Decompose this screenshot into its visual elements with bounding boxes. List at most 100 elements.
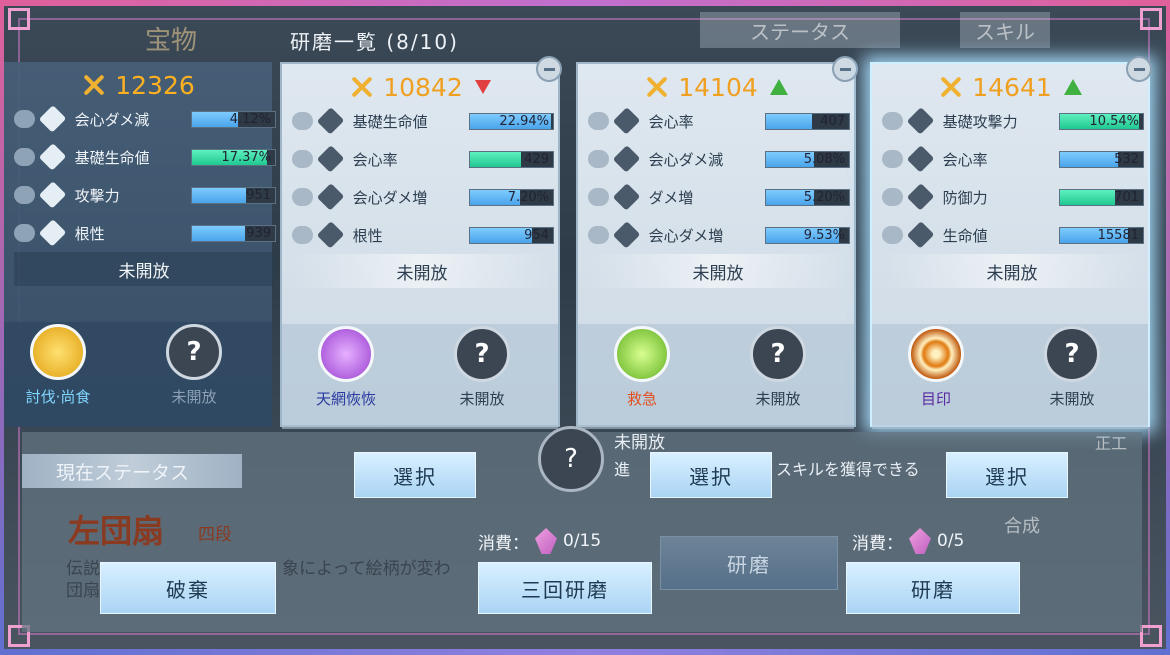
select-button[interactable]: 選択 [650,452,772,498]
skill-slot[interactable]: ? 未開放 [728,326,828,409]
stat-bar: 17.37% [190,148,276,166]
lock-toggle-icon[interactable] [588,112,610,130]
frame-corner [1140,8,1162,30]
lock-toggle-icon[interactable] [588,150,610,168]
stat-row: 基礎生命値 22.94% [292,106,554,136]
cost-single: 消費： 0/5 [852,528,964,554]
lock-toggle-icon[interactable] [14,186,36,204]
crab-skill-icon[interactable] [30,324,86,380]
tab-status[interactable]: ステータス [700,12,900,48]
lock-toggle-icon[interactable] [588,226,610,244]
lock-toggle-icon[interactable] [882,226,904,244]
stat-name: 会心ダメ増 [648,226,724,245]
skill-label: 目印 [920,390,951,408]
stat-name: 会心率 [648,112,694,131]
lock-toggle-icon[interactable] [292,112,314,130]
skill-slot[interactable]: 討伐·尚食 [8,324,108,407]
tab-skill[interactable]: スキル [960,12,1050,48]
target-icon[interactable] [908,326,964,382]
lock-toggle-icon[interactable] [292,226,314,244]
lock-toggle-icon[interactable] [292,188,314,206]
stat-row: 攻撃力 951 [14,180,276,210]
stat-name: 基礎攻撃力 [942,112,1018,131]
crit-icon [907,145,935,173]
polish-card-1[interactable]: 10842 基礎生命値 22.94% 会心率 429 会心ダメ増 7.20% 根… [280,56,562,429]
lock-toggle-icon[interactable] [882,150,904,168]
green-heal-icon[interactable] [614,326,670,382]
item-desc: 団扇 [66,581,100,601]
triple-polish-button[interactable]: 三回研磨 [478,562,652,614]
bg-treasure-label: 宝物 [145,26,198,56]
stat-bar-fill [191,225,246,241]
bg-unlock-desc2: スキルを獲得できる [776,460,920,479]
stat-icon [39,105,67,133]
bg-right-label: 正工 [1095,434,1128,453]
skill-area: 天網恢恢 ? 未開放 [282,324,558,429]
lock-toggle-icon[interactable] [882,112,904,130]
stat-row: 基礎生命値 17.37% [14,142,276,172]
stat-name: 基礎生命値 [352,112,428,131]
polish-card-2[interactable]: 14104 会心率 407 会心ダメ減 5.08% ダメ増 5.20% 会心ダメ… [576,56,858,429]
question-icon[interactable]: ? [750,326,806,382]
discard-button[interactable]: 破棄 [100,562,276,614]
stat-value: 15581 [1097,227,1139,243]
heart-icon [39,143,67,171]
lock-toggle-icon[interactable] [14,110,36,128]
bg-unlock-title: 未開放 [614,433,665,453]
locked-slot: 未開放 [882,254,1142,288]
power-row: 10842 [282,70,558,104]
stat-bar: 15581 [1058,226,1144,244]
skill-slot[interactable]: ? 未開放 [432,326,532,409]
crit-damage-icon [613,145,641,173]
polish-card-3[interactable]: 14641 基礎攻撃力 10.54% 会心率 532 防御力 701 生命値 1… [870,56,1152,429]
stat-name: 防御力 [942,188,988,207]
stat-value: 954 [524,227,549,243]
stat-bar: 22.94% [468,112,554,130]
stat-bar: 4.12% [190,110,276,128]
sword-icon [39,181,67,209]
question-icon[interactable]: ? [166,324,222,380]
stat-name: 攻撃力 [74,186,120,205]
stat-bar-fill [469,227,533,243]
lock-toggle-icon[interactable] [14,224,36,242]
lock-toggle-icon[interactable] [292,150,314,168]
item-rank: 四段 [198,525,232,545]
stat-bar-fill [1059,189,1115,205]
select-button[interactable]: 選択 [354,452,476,498]
current-status-tab[interactable]: 現在ステータス [22,454,242,488]
stat-row: 基礎攻撃力 10.54% [882,106,1144,136]
cost-triple: 消費： 0/15 [478,528,601,554]
stat-bar: 954 [468,226,554,244]
arrow-up-icon [769,79,788,95]
stat-row: 会心ダメ減 4.12% [14,104,276,134]
question-icon[interactable]: ? [1044,326,1100,382]
lock-toggle-icon[interactable] [14,148,36,166]
stat-bar: 10.54% [1058,112,1144,130]
polish-button[interactable]: 研磨 [846,562,1020,614]
stat-name: 会心ダメ減 [648,150,724,169]
stat-row: 会心率 532 [882,144,1144,174]
locked-slot: 未開放 [588,254,848,288]
stat-row: 会心ダメ増 7.20% [292,182,554,212]
stat-row: 防御力 701 [882,182,1144,212]
skill-slot[interactable]: 救急 [592,326,692,409]
skill-area: 討伐·尚食 ? 未開放 [4,322,272,427]
stat-value: 4.12% [229,111,271,127]
heart-icon [317,107,345,135]
stat-row: 根性 939 [14,218,276,248]
skill-slot[interactable]: 目印 [886,326,986,409]
stat-value: 429 [524,151,549,167]
frame-corner [1140,625,1162,647]
locked-slot: 未開放 [292,254,552,288]
power-value: 10842 [383,72,463,102]
select-button[interactable]: 選択 [946,452,1068,498]
power-row: 14104 [578,70,854,104]
purple-orb-icon[interactable] [318,326,374,382]
lock-toggle-icon[interactable] [588,188,610,206]
polish-card-current[interactable]: 12326 会心ダメ減 4.12% 基礎生命値 17.37% 攻撃力 951 根… [4,62,276,427]
question-icon[interactable]: ? [454,326,510,382]
skill-slot[interactable]: ? 未開放 [144,324,244,407]
skill-slot[interactable]: 天網恢恢 [296,326,396,409]
skill-slot[interactable]: ? 未開放 [1022,326,1122,409]
lock-toggle-icon[interactable] [882,188,904,206]
